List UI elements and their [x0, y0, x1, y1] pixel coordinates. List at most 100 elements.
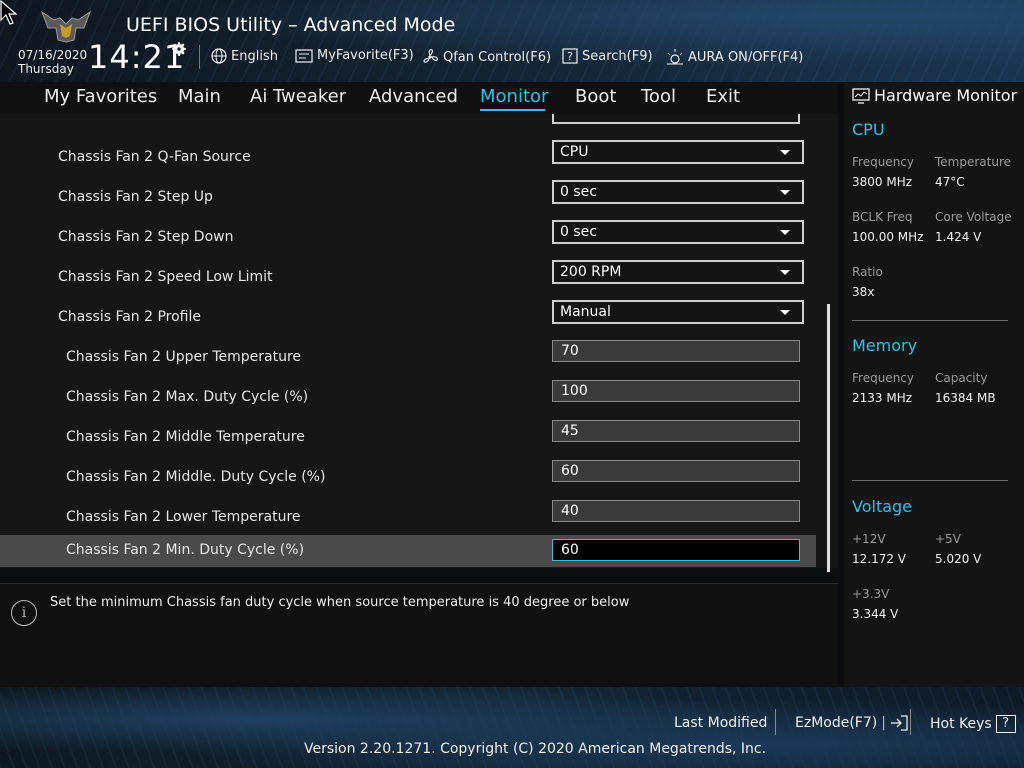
core-voltage-value: 1.424 V: [935, 230, 982, 244]
dropdown-arrow-icon: [780, 190, 790, 195]
bclk-value: 100.00 MHz: [852, 230, 924, 244]
setting-input[interactable]: 40: [552, 500, 800, 522]
setting-select[interactable]: 200 RPM: [552, 260, 804, 284]
tab-tool[interactable]: Tool: [641, 86, 676, 107]
hardware-monitor-label: Hardware Monitor: [874, 86, 1018, 105]
hardware-monitor-title: Hardware Monitor: [852, 86, 1017, 105]
tab-ai-tweaker[interactable]: Ai Tweaker: [250, 86, 346, 107]
cpu-temperature-value: 47°C: [935, 175, 965, 189]
setting-select[interactable]: 0 sec: [552, 220, 804, 244]
partial-select-above[interactable]: [552, 114, 800, 124]
cpu-frequency-value: 3800 MHz: [852, 175, 913, 189]
setting-label: Chassis Fan 2 Upper Temperature: [66, 349, 301, 365]
memory-capacity-value: 16384 MB: [935, 391, 996, 405]
dropdown-arrow-icon: [780, 150, 790, 155]
setting-row[interactable]: Chassis Fan 2 Middle Temperature 45: [0, 417, 816, 457]
setting-label: Chassis Fan 2 Step Down: [58, 229, 234, 245]
setting-select[interactable]: 0 sec: [552, 180, 804, 204]
memory-capacity-label: Capacity: [935, 371, 988, 385]
setting-select[interactable]: Manual: [552, 300, 804, 324]
ezmode-button[interactable]: EzMode(F7) |: [795, 715, 908, 731]
setting-label: Chassis Fan 2 Middle. Duty Cycle (%): [66, 469, 326, 485]
setting-label: Chassis Fan 2 Max. Duty Cycle (%): [66, 389, 309, 405]
setting-row[interactable]: Chassis Fan 2 Max. Duty Cycle (%) 100: [0, 377, 816, 417]
setting-row[interactable]: Chassis Fan 2 Profile Manual: [0, 297, 816, 337]
setting-row-selected[interactable]: Chassis Fan 2 Min. Duty Cycle (%) 60: [0, 535, 816, 567]
setting-label: Chassis Fan 2 Lower Temperature: [66, 509, 301, 525]
setting-row[interactable]: Chassis Fan 2 Middle. Duty Cycle (%) 60: [0, 457, 816, 497]
dropdown-arrow-icon: [780, 230, 790, 235]
setting-row[interactable]: Chassis Fan 2 Step Down 0 sec: [0, 217, 816, 257]
svg-text:?: ?: [567, 50, 573, 63]
v12-value: 12.172 V: [852, 552, 907, 566]
tab-boot[interactable]: Boot: [575, 86, 616, 107]
divider: [910, 709, 911, 735]
setting-label: Chassis Fan 2 Step Up: [58, 189, 213, 205]
tab-advanced[interactable]: Advanced: [369, 86, 458, 107]
setting-label: Chassis Fan 2 Profile: [58, 309, 202, 325]
memory-frequency-value: 2133 MHz: [852, 391, 913, 405]
setting-row[interactable]: Chassis Fan 2 Q-Fan Source CPU: [0, 137, 816, 177]
setting-select[interactable]: CPU: [552, 140, 804, 164]
voltage-heading: Voltage: [852, 497, 913, 516]
select-value: 200 RPM: [560, 264, 622, 280]
setting-input[interactable]: 45: [552, 420, 800, 442]
last-modified-button[interactable]: Last Modified: [674, 715, 767, 731]
setting-label: Chassis Fan 2 Q-Fan Source: [58, 149, 251, 165]
v5-value: 5.020 V: [935, 552, 982, 566]
copyright-text: Version 2.20.1271. Copyright (C) 2020 Am…: [304, 741, 767, 757]
setting-row[interactable]: Chassis Fan 2 Speed Low Limit 200 RPM: [0, 257, 816, 297]
exit-arrow-icon: [890, 715, 908, 731]
last-modified-label: Last Modified: [674, 715, 768, 731]
search-button[interactable]: ? Search(F9): [562, 48, 653, 64]
monitor-icon: [852, 87, 870, 104]
myfavorite-label: MyFavorite(F3): [317, 48, 414, 63]
myfavorite-button[interactable]: MyFavorite(F3): [295, 48, 414, 63]
dropdown-arrow-icon: [780, 310, 790, 315]
ezmode-label: EzMode(F7): [795, 715, 878, 731]
core-voltage-label: Core Voltage: [935, 210, 1012, 224]
setting-row[interactable]: Chassis Fan 2 Upper Temperature 70: [0, 337, 816, 377]
separator-bar: |: [881, 715, 886, 731]
ratio-label: Ratio: [852, 265, 883, 279]
aura-button[interactable]: AURA ON/OFF(F4): [666, 48, 803, 66]
help-panel: i Set the minimum Chassis fan duty cycle…: [0, 583, 838, 688]
v33-label: +3.3V: [852, 587, 890, 601]
setting-input[interactable]: 60: [552, 460, 800, 482]
mouse-cursor-icon: [0, 0, 18, 25]
scrollbar[interactable]: [827, 304, 830, 572]
hot-keys-label: Hot Keys: [930, 716, 992, 732]
select-value: Manual: [560, 304, 611, 320]
divider: [775, 709, 776, 735]
setting-input[interactable]: 100: [552, 380, 800, 402]
cpu-frequency-label: Frequency: [852, 155, 914, 169]
tab-my-favorites[interactable]: My Favorites: [44, 86, 157, 107]
help-text: Set the minimum Chassis fan duty cycle w…: [50, 595, 630, 610]
settings-panel: Chassis Fan 2 Q-Fan Source CPU Chassis F…: [0, 114, 838, 568]
hot-keys-button[interactable]: Hot Keys ?: [930, 715, 1016, 733]
aura-label: AURA ON/OFF(F4): [688, 49, 804, 65]
main-nav: My Favorites Main Ai Tweaker Advanced Mo…: [0, 82, 838, 114]
help-key-icon: ?: [995, 715, 1016, 733]
setting-row[interactable]: Chassis Fan 2 Step Up 0 sec: [0, 177, 816, 217]
setting-label: Chassis Fan 2 Speed Low Limit: [58, 269, 273, 285]
divider: [852, 480, 1008, 481]
tab-main[interactable]: Main: [178, 86, 221, 107]
setting-label: Chassis Fan 2 Middle Temperature: [66, 429, 305, 445]
setting-input-active[interactable]: 60: [552, 539, 800, 561]
setting-input[interactable]: 70: [552, 340, 800, 362]
footer-bar: Last Modified EzMode(F7) | Hot Keys ? Ve…: [0, 687, 1024, 768]
cpu-temperature-label: Temperature: [935, 155, 1012, 169]
help-box-icon: ?: [562, 48, 578, 64]
gear-icon[interactable]: [170, 40, 188, 58]
fan-icon: [423, 49, 438, 63]
language-button[interactable]: English: [211, 48, 278, 64]
qfan-control-button[interactable]: Qfan Control(F6): [421, 48, 551, 66]
bios-title: UEFI BIOS Utility – Advanced Mode: [126, 14, 456, 36]
tab-exit[interactable]: Exit: [706, 86, 740, 107]
qfan-label: Qfan Control(F6): [443, 49, 552, 65]
cpu-heading: CPU: [852, 120, 885, 139]
memory-heading: Memory: [852, 336, 918, 355]
setting-row[interactable]: Chassis Fan 2 Lower Temperature 40: [0, 497, 816, 537]
tab-monitor[interactable]: Monitor: [480, 86, 548, 107]
